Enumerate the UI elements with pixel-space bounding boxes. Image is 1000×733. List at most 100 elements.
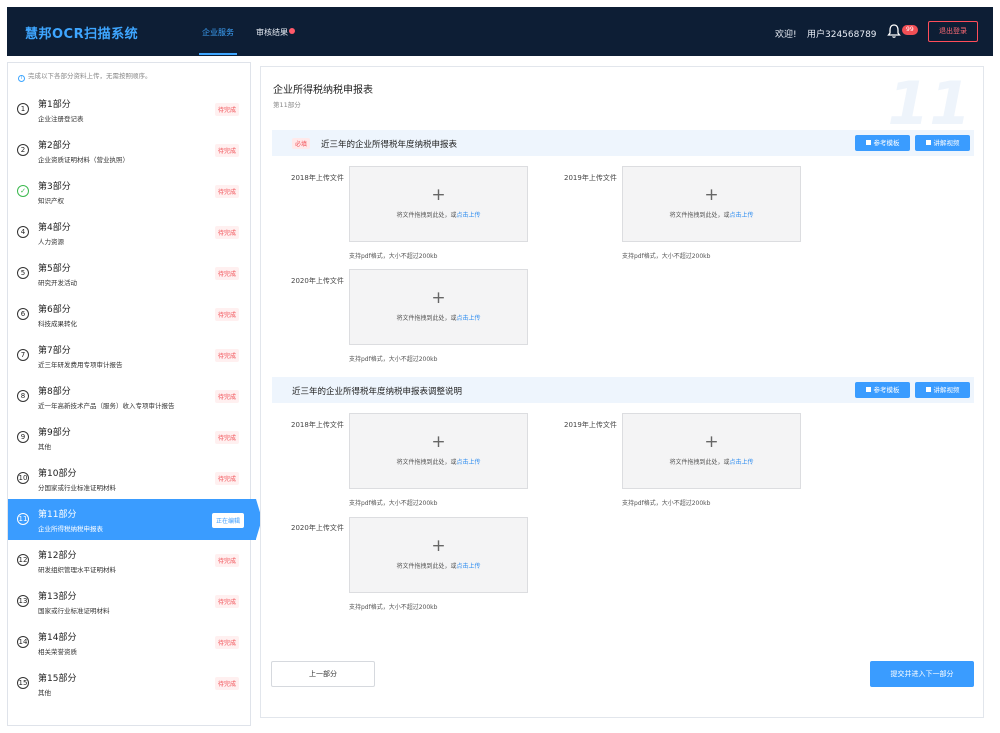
sidebar-item-part-10[interactable]: 10 第10部分 分国家或行业标准证明材料 待完成 — [8, 458, 251, 499]
plus-icon: + — [704, 432, 719, 452]
upload-hint-text: 将文件拖拽到此处，或 — [669, 459, 730, 466]
plus-icon: + — [431, 432, 446, 452]
plus-icon: + — [431, 288, 446, 308]
main-panel: 11 企业所得税纳税申报表 第11部分 必填 近三年的企业所得税年度纳税申报表 … — [260, 66, 984, 718]
explanation-video-button[interactable]: 讲解视频 — [915, 382, 970, 398]
sidebar-item-subtitle: 相关荣誉资质 — [38, 648, 77, 656]
step-number: 14 — [17, 636, 29, 648]
section-number-watermark: 11 — [887, 69, 972, 139]
click-upload-link[interactable]: 点击上传 — [457, 563, 481, 570]
upload-label-2019: 2019年上传文件 — [564, 421, 617, 429]
click-upload-link[interactable]: 点击上传 — [457, 315, 481, 322]
sidebar-item-part-2[interactable]: 2 第2部分 企业资质证明材料（营业执照） 待完成 — [8, 130, 251, 171]
upload-dropzone-2018[interactable]: + 将文件拖拽到此处，或点击上传 — [349, 166, 528, 242]
submit-next-part-button[interactable]: 提交并进入下一部分 — [870, 661, 974, 687]
status-badge: 待完成 — [214, 267, 239, 280]
upload-label-2018: 2018年上传文件 — [291, 174, 344, 182]
step-number: 15 — [17, 677, 29, 689]
upload-note: 支持pdf格式，大小不超过200kb — [622, 253, 711, 260]
explanation-video-label: 讲解视频 — [933, 139, 960, 147]
upload-note: 支持pdf格式，大小不超过200kb — [349, 253, 438, 260]
upload-dropzone-2018[interactable]: + 将文件拖拽到此处，或点击上传 — [349, 413, 528, 489]
step-number: 11 — [17, 513, 29, 525]
status-badge: 正在编辑 — [211, 513, 244, 528]
tab-review-result[interactable]: 审核结果 — [256, 27, 295, 38]
status-badge: 待完成 — [214, 431, 239, 444]
sidebar-item-title: 第4部分 — [38, 223, 71, 233]
sidebar-item-title: 第13部分 — [38, 592, 77, 602]
upload-hint: 将文件拖拽到此处，或点击上传 — [350, 210, 527, 219]
sidebar-item-subtitle: 企业所得税纳税申报表 — [38, 525, 103, 533]
sidebar-item-part-6[interactable]: 6 第6部分 科技成果转化 待完成 — [8, 294, 251, 335]
status-badge: 待完成 — [214, 472, 239, 485]
reference-template-label: 参考模板 — [873, 139, 900, 147]
previous-part-button[interactable]: 上一部分 — [271, 661, 375, 687]
logout-button[interactable]: 退出登录 — [928, 21, 978, 42]
sidebar-item-part-1[interactable]: 1 第1部分 企业注册登记表 待完成 — [8, 89, 251, 130]
step-number: 9 — [17, 431, 29, 443]
sidebar-item-title: 第11部分 — [38, 510, 77, 520]
page-title: 企业所得税纳税申报表 — [273, 85, 373, 96]
sidebar-item-part-11[interactable]: 11 第11部分企业所得税纳税申报表 正在编辑 — [8, 499, 262, 540]
sidebar-item-part-14[interactable]: 14 第14部分相关荣誉资质 待完成 — [8, 622, 251, 663]
step-number: 5 — [17, 267, 29, 279]
sidebar-item-subtitle: 知识产权 — [38, 197, 64, 205]
sidebar-tip: i 完成以下各部分资料上传，无需按照顺序。 — [18, 70, 152, 82]
click-upload-link[interactable]: 点击上传 — [730, 212, 754, 219]
upload-hint: 将文件拖拽到此处，或点击上传 — [623, 457, 800, 466]
click-upload-link[interactable]: 点击上传 — [457, 212, 481, 219]
sidebar-item-part-7[interactable]: 7 第7部分 近三年研发费用专项审计报告 待完成 — [8, 335, 251, 376]
section-title: 近三年的企业所得税年度纳税申报表调整说明 — [292, 387, 463, 397]
sidebar-item-part-13[interactable]: 13 第13部分 国家或行业标准证明材料 待完成 — [8, 581, 251, 622]
info-icon: i — [18, 75, 25, 82]
upload-note: 支持pdf格式，大小不超过200kb — [349, 356, 438, 363]
brand-logo: 慧邦OCR扫描系统 — [25, 27, 139, 42]
sidebar-item-part-8[interactable]: 8 第8部分 近一年高新技术产品（服务）收入专项审计报告 待完成 — [8, 376, 251, 417]
sidebar-item-part-15[interactable]: 15 第15部分 其他 待完成 — [8, 663, 251, 704]
step-number: 6 — [17, 308, 29, 320]
sidebar-item-subtitle: 人力资源 — [38, 238, 64, 246]
sidebar-item-part-4[interactable]: 4 第4部分 人力资源 待完成 — [8, 212, 251, 253]
upload-hint-text: 将文件拖拽到此处，或 — [396, 563, 457, 570]
sidebar-item-title: 第5部分 — [38, 264, 71, 274]
status-badge: 待完成 — [214, 144, 239, 157]
sidebar-item-title: 第1部分 — [38, 100, 71, 110]
upload-dropzone-2019[interactable]: + 将文件拖拽到此处，或点击上传 — [622, 413, 801, 489]
sidebar-item-part-9[interactable]: 9 第9部分 其他 待完成 — [8, 417, 251, 458]
sidebar-item-subtitle: 科技成果转化 — [38, 320, 77, 328]
step-number: 7 — [17, 349, 29, 361]
upload-dropzone-2020[interactable]: + 将文件拖拽到此处，或点击上传 — [349, 269, 528, 345]
explanation-video-button[interactable]: 讲解视频 — [915, 135, 970, 151]
status-badge: 待完成 — [214, 595, 239, 608]
click-upload-link[interactable]: 点击上传 — [730, 459, 754, 466]
reference-template-button[interactable]: 参考模板 — [855, 382, 910, 398]
section-header-adjustment-notes: 近三年的企业所得税年度纳税申报表调整说明 参考模板 讲解视频 — [272, 377, 974, 403]
bell-icon[interactable] — [887, 23, 901, 39]
reference-template-button[interactable]: 参考模板 — [855, 135, 910, 151]
sidebar-item-subtitle: 国家或行业标准证明材料 — [38, 607, 110, 615]
top-navbar: 慧邦OCR扫描系统 企业服务 审核结果 欢迎! 用户324568789 99 退… — [7, 7, 993, 56]
sidebar-item-title: 第14部分 — [38, 633, 77, 643]
sidebar-item-title: 第6部分 — [38, 305, 71, 315]
sidebar-item-part-12[interactable]: 12 第12部分 研发组织管理水平证明材料 待完成 — [8, 540, 251, 581]
upload-note: 支持pdf格式，大小不超过200kb — [349, 604, 438, 611]
upload-hint: 将文件拖拽到此处，或点击上传 — [350, 313, 527, 322]
upload-dropzone-2020[interactable]: + 将文件拖拽到此处，或点击上传 — [349, 517, 528, 593]
plus-icon: + — [704, 185, 719, 205]
click-upload-link[interactable]: 点击上传 — [457, 459, 481, 466]
tab-enterprise-service[interactable]: 企业服务 — [199, 27, 237, 55]
sidebar-item-part-5[interactable]: 5 第5部分 研究开发活动 待完成 — [8, 253, 251, 294]
user-name[interactable]: 用户324568789 — [807, 27, 877, 40]
upload-hint: 将文件拖拽到此处，或点击上传 — [623, 210, 800, 219]
sidebar-item-title: 第8部分 — [38, 387, 71, 397]
page-subtitle: 第11部分 — [273, 101, 301, 109]
sidebar-item-subtitle: 其他 — [38, 689, 51, 697]
sidebar-item-part-3[interactable]: ✓ 第3部分 知识产权 待完成 — [8, 171, 251, 212]
status-badge: 待完成 — [214, 226, 239, 239]
upload-dropzone-2019[interactable]: + 将文件拖拽到此处，或点击上传 — [622, 166, 801, 242]
step-number: 2 — [17, 144, 29, 156]
status-badge: 待完成 — [214, 636, 239, 649]
upload-note: 支持pdf格式，大小不超过200kb — [349, 500, 438, 507]
sidebar-item-title: 第10部分 — [38, 469, 77, 479]
section-title: 近三年的企业所得税年度纳税申报表 — [321, 140, 458, 150]
